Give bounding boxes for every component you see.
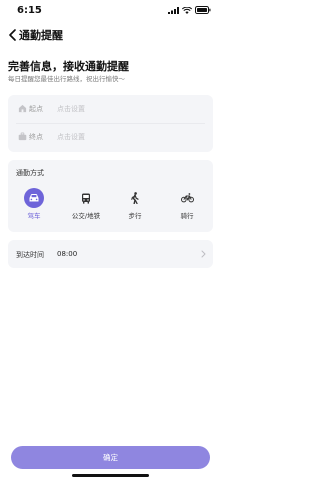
mode-label-walk: 步行 <box>128 212 142 220</box>
chevron-left-icon[interactable] <box>7 28 19 42</box>
signal-icon <box>168 6 179 14</box>
arrival-time-label: 到达时间 <box>16 251 44 259</box>
mode-option-bus[interactable]: 公交/地铁 <box>64 186 108 226</box>
intro-subheading: 每日提醒您最佳出行路线，祝出行愉快～ <box>8 75 125 83</box>
end-point-row[interactable]: 终点 点击设置 <box>8 123 213 151</box>
end-point-value: 点击设置 <box>57 133 85 141</box>
bike-icon <box>177 188 197 208</box>
route-card: 起点 点击设置 终点 点击设置 <box>8 95 213 152</box>
status-time: 6:15 <box>17 5 42 16</box>
car-icon <box>24 188 44 208</box>
wifi-icon <box>182 6 192 14</box>
status-bar: 6:15 <box>0 0 221 22</box>
mode-label-car: 驾车 <box>27 212 41 220</box>
walk-icon <box>125 188 145 208</box>
start-point-value: 点击设置 <box>57 105 85 113</box>
start-point-row[interactable]: 起点 点击设置 <box>8 95 213 123</box>
arrival-time-row[interactable]: 到达时间 08:00 <box>8 240 213 268</box>
intro-heading: 完善信息，接收通勤提醒 <box>8 60 129 73</box>
status-icons <box>168 6 211 14</box>
arrival-time-value: 08:00 <box>57 250 78 258</box>
briefcase-icon <box>18 132 27 141</box>
mode-label-bus: 公交/地铁 <box>71 212 101 220</box>
bus-icon <box>76 188 96 208</box>
mode-option-walk[interactable]: 步行 <box>113 186 157 226</box>
home-icon <box>18 104 27 113</box>
start-point-label: 起点 <box>29 105 43 113</box>
mode-label-bike: 骑行 <box>180 212 194 220</box>
mode-option-car[interactable]: 驾车 <box>12 186 56 226</box>
mode-option-bike[interactable]: 骑行 <box>165 186 209 226</box>
confirm-button[interactable]: 确定 <box>11 446 210 469</box>
nav-bar: 通勤提醒 <box>0 24 221 46</box>
page-title: 通勤提醒 <box>19 29 63 42</box>
battery-icon <box>195 6 211 14</box>
commute-mode-title: 通勤方式 <box>16 169 44 177</box>
home-indicator <box>72 474 149 477</box>
commute-mode-card: 通勤方式 驾车 公交/地铁 步行 骑行 <box>8 160 213 232</box>
end-point-label: 终点 <box>29 133 43 141</box>
chevron-right-icon <box>201 250 206 258</box>
